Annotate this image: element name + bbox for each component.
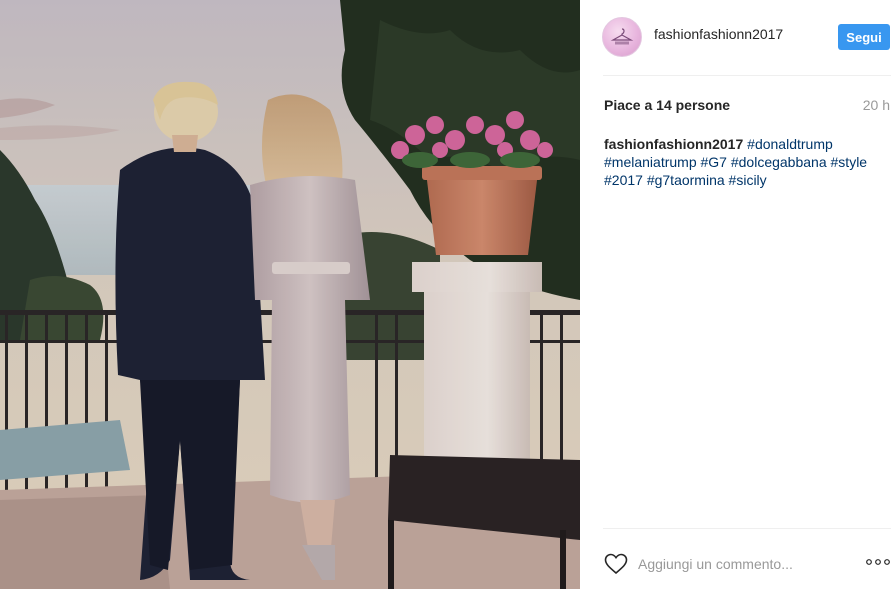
post-sidebar [580,0,893,589]
post-header: fashionfashionn2017 [602,14,872,60]
hashtag-link[interactable]: #style [831,154,868,170]
more-options-icon[interactable] [865,555,891,569]
caption-username[interactable]: fashionfashionn2017 [604,136,743,152]
instagram-post: fashionfashionn2017 Segui Piace a 14 per… [0,0,893,589]
follow-button[interactable]: Segui [838,24,890,50]
hashtag-link[interactable]: #g7taormina [647,172,725,188]
likes-count[interactable]: Piace a 14 persone [604,97,730,113]
hanger-logo-icon [610,28,634,45]
hashtag-link[interactable]: #dolcegabbana [731,154,827,170]
divider [603,75,891,76]
hashtag-link[interactable]: #donaldtrump [747,136,833,152]
comment-bar [604,552,891,576]
hashtag-link[interactable]: #G7 [701,154,727,170]
post-time[interactable]: 20 h [863,97,890,113]
heart-icon[interactable] [604,553,628,575]
divider [603,528,891,529]
hashtag-link[interactable]: #sicily [729,172,767,188]
comment-input[interactable] [638,556,853,572]
photo-image [0,0,580,589]
post-caption: fashionfashionn2017 #donaldtrump #melani… [604,135,884,189]
avatar[interactable] [602,17,642,57]
post-photo[interactable] [0,0,580,589]
hashtag-link[interactable]: #melaniatrump [604,154,697,170]
hashtag-link[interactable]: #2017 [604,172,643,188]
